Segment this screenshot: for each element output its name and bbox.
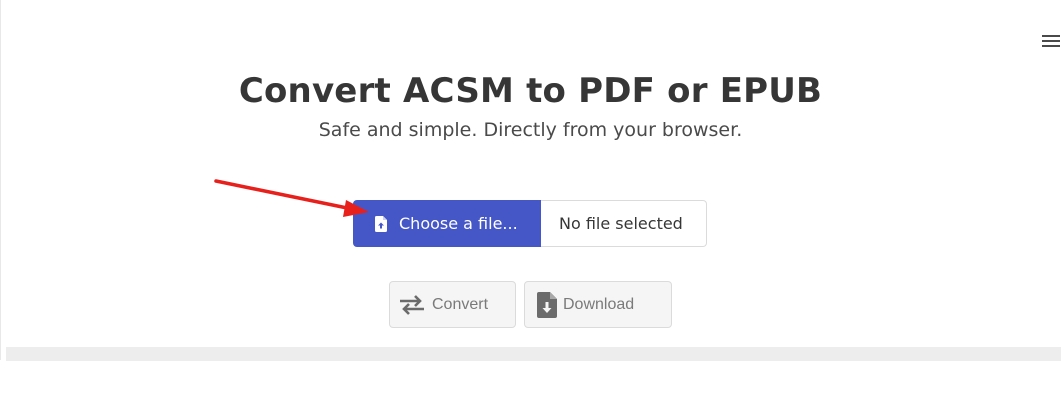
page-edge [0, 0, 1, 360]
file-input[interactable]: Choose a file... No file selected [353, 200, 707, 247]
page: Convert ACSM to PDF or EPUB Safe and sim… [0, 0, 1061, 398]
choose-file-button[interactable]: Choose a file... [353, 200, 541, 247]
convert-button[interactable]: Convert [389, 281, 516, 328]
exchange-icon [400, 294, 424, 315]
menu-line [1042, 40, 1060, 42]
page-title: Convert ACSM to PDF or EPUB [238, 71, 823, 111]
hamburger-menu-icon[interactable] [1042, 33, 1060, 49]
download-button[interactable]: Download [524, 281, 672, 328]
convert-label: Convert [432, 295, 489, 313]
file-upload-icon [375, 215, 387, 232]
file-download-icon [537, 291, 557, 318]
file-name-display: No file selected [541, 200, 707, 247]
download-label: Download [563, 295, 635, 313]
menu-line [1042, 35, 1060, 37]
annotation-arrow [214, 179, 369, 217]
progress-bar [6, 347, 1061, 361]
page-subtitle: Safe and simple. Directly from your brow… [318, 119, 743, 141]
menu-line [1042, 45, 1060, 47]
choose-file-label: Choose a file... [399, 214, 518, 233]
